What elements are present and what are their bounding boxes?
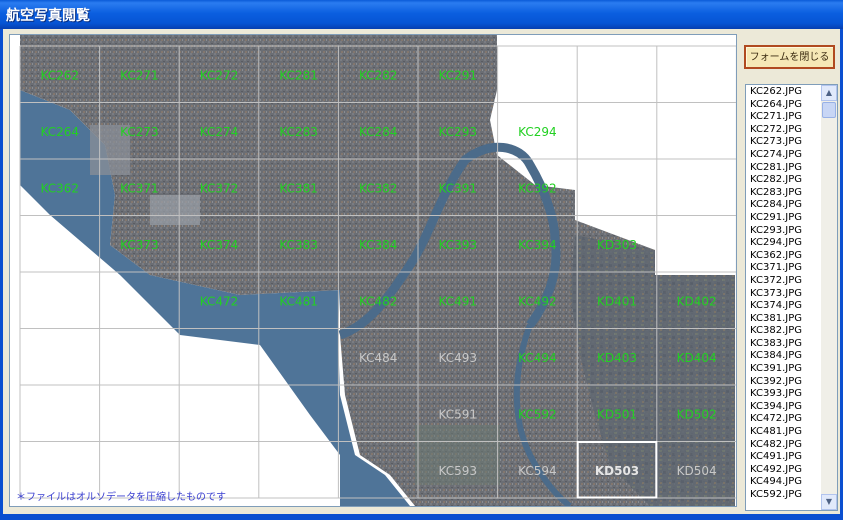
map-tile-kc371[interactable]: KC371 bbox=[120, 181, 159, 195]
file-list-item[interactable]: KC291.JPG bbox=[748, 212, 822, 225]
file-list-item[interactable]: KC294.JPG bbox=[748, 237, 822, 250]
file-list-item[interactable]: KC373.JPG bbox=[748, 288, 822, 301]
map-tile-kc271[interactable]: KC271 bbox=[120, 68, 159, 82]
file-list-item[interactable]: KC283.JPG bbox=[748, 187, 822, 200]
map-tile-kc283[interactable]: KC283 bbox=[279, 125, 318, 139]
map-tile-kc384[interactable]: KC384 bbox=[359, 238, 398, 252]
arrow-up-icon[interactable]: ▲ bbox=[821, 85, 837, 101]
map-tile-kd502[interactable]: KD502 bbox=[677, 407, 717, 421]
file-list-item[interactable]: KC374.JPG bbox=[748, 300, 822, 313]
map-tile-kc282[interactable]: KC282 bbox=[359, 68, 398, 82]
file-list-item[interactable]: KC264.JPG bbox=[748, 99, 822, 112]
close-form-button[interactable]: フォームを閉じる bbox=[744, 45, 835, 69]
map-panel: KC262 KC271 KC272 KC281 KC282 KC291 KC264 KC273… bbox=[9, 34, 737, 507]
map-tile-kc373[interactable]: KC373 bbox=[120, 238, 159, 252]
window-frame-bottom bbox=[0, 514, 843, 520]
file-list-item[interactable]: KC494.JPG bbox=[748, 476, 822, 489]
file-list-item[interactable]: KC381.JPG bbox=[748, 313, 822, 326]
map-tile-kd503[interactable]: KD503 bbox=[595, 464, 639, 478]
aerial-photo-grid: KC262 KC271 KC272 KC281 KC282 KC291 KC264 KC273… bbox=[19, 35, 736, 506]
file-list-item[interactable]: KC492.JPG bbox=[748, 464, 822, 477]
file-list-item[interactable]: KC293.JPG bbox=[748, 225, 822, 238]
file-list-item[interactable]: KC371.JPG bbox=[748, 262, 822, 275]
file-list-item[interactable]: KC391.JPG bbox=[748, 363, 822, 376]
file-list-item[interactable]: KC392.JPG bbox=[748, 376, 822, 389]
file-list-item[interactable]: KC262.JPG bbox=[748, 86, 822, 99]
file-list-item[interactable]: KC281.JPG bbox=[748, 162, 822, 175]
map-tile-kc273[interactable]: KC273 bbox=[120, 125, 159, 139]
file-list-item[interactable]: KC383.JPG bbox=[748, 338, 822, 351]
map-tile-kc262[interactable]: KC262 bbox=[41, 68, 80, 82]
map-tile-kd504[interactable]: KD504 bbox=[677, 464, 717, 478]
map-tile-kc594[interactable]: KC594 bbox=[518, 464, 557, 478]
file-list-item[interactable]: KC273.JPG bbox=[748, 136, 822, 149]
map-tile-kc382[interactable]: KC382 bbox=[359, 181, 398, 195]
map-tile-kc493[interactable]: KC493 bbox=[439, 351, 478, 365]
file-list-item[interactable]: KC282.JPG bbox=[748, 174, 822, 187]
map-tile-kc494[interactable]: KC494 bbox=[518, 351, 557, 365]
file-list-item[interactable]: KC274.JPG bbox=[748, 149, 822, 162]
map-tile-kc394[interactable]: KC394 bbox=[518, 238, 557, 252]
map-tile-kc291[interactable]: KC291 bbox=[439, 68, 478, 82]
title-bar: 航空写真閲覧 bbox=[0, 0, 843, 29]
map-tile-kc294[interactable]: KC294 bbox=[518, 125, 557, 139]
file-list-item[interactable]: KC491.JPG bbox=[748, 451, 822, 464]
file-list-item[interactable]: KC362.JPG bbox=[748, 250, 822, 263]
map-tile-kc383[interactable]: KC383 bbox=[279, 238, 318, 252]
map-tile-kc362[interactable]: KC362 bbox=[41, 181, 80, 195]
map-tile-kc592[interactable]: KC592 bbox=[518, 407, 557, 421]
scrollbar-thumb[interactable] bbox=[822, 102, 836, 118]
file-list-item[interactable]: KC382.JPG bbox=[748, 325, 822, 338]
file-list-item[interactable]: KC372.JPG bbox=[748, 275, 822, 288]
map-tile-kc284[interactable]: KC284 bbox=[359, 125, 398, 139]
map-tile-kd501[interactable]: KD501 bbox=[597, 407, 637, 421]
file-list-item[interactable]: KC393.JPG bbox=[748, 388, 822, 401]
map-tile-kc391[interactable]: KC391 bbox=[439, 181, 478, 195]
map-tile-kc372[interactable]: KC372 bbox=[200, 181, 239, 195]
window-title: 航空写真閲覧 bbox=[6, 8, 90, 24]
file-list-item[interactable]: KC472.JPG bbox=[748, 413, 822, 426]
map-tile-kc491[interactable]: KC491 bbox=[439, 294, 478, 308]
map-tile-kc374[interactable]: KC374 bbox=[200, 238, 239, 252]
map-tile-kc293[interactable]: KC293 bbox=[439, 125, 478, 139]
file-list-item[interactable]: KC384.JPG bbox=[748, 350, 822, 363]
map-tile-kd402[interactable]: KD402 bbox=[677, 294, 717, 308]
map-tile-kd404[interactable]: KD404 bbox=[677, 351, 717, 365]
map-tile-kc492[interactable]: KC492 bbox=[518, 294, 557, 308]
map-tile-kc481[interactable]: KC481 bbox=[279, 294, 318, 308]
map-tile-kc272[interactable]: KC272 bbox=[200, 68, 239, 82]
map-tile-kc274[interactable]: KC274 bbox=[200, 125, 239, 139]
file-list-item[interactable]: KC284.JPG bbox=[748, 199, 822, 212]
file-list-item[interactable]: KC272.JPG bbox=[748, 124, 822, 137]
file-list-item[interactable]: KC592.JPG bbox=[748, 489, 822, 502]
map-tile-kc482[interactable]: KC482 bbox=[359, 294, 398, 308]
file-listbox[interactable]: KC262.JPG KC264.JPG KC271.JPG KC272.JPG KC27… bbox=[745, 84, 838, 511]
port-area bbox=[150, 195, 200, 225]
map-tile-kc381[interactable]: KC381 bbox=[279, 181, 318, 195]
file-list-item[interactable]: KC271.JPG bbox=[748, 111, 822, 124]
map-tile-kd403[interactable]: KD403 bbox=[597, 351, 637, 365]
map-tile-kd303[interactable]: KD303 bbox=[597, 238, 637, 252]
arrow-down-icon[interactable]: ▼ bbox=[821, 494, 837, 510]
file-list[interactable]: KC262.JPG KC264.JPG KC271.JPG KC272.JPG KC27… bbox=[748, 86, 822, 502]
file-list-item[interactable]: KC394.JPG bbox=[748, 401, 822, 414]
map-imagery bbox=[20, 35, 735, 506]
map-tile-kc472[interactable]: KC472 bbox=[200, 294, 239, 308]
map-tile-kc593[interactable]: KC593 bbox=[439, 464, 478, 478]
file-list-item[interactable]: KC482.JPG bbox=[748, 439, 822, 452]
map-tile-kc264[interactable]: KC264 bbox=[41, 125, 80, 139]
map-tile-kc393[interactable]: KC393 bbox=[439, 238, 478, 252]
map-tile-kc591[interactable]: KC591 bbox=[439, 407, 478, 421]
file-list-item[interactable]: KC481.JPG bbox=[748, 426, 822, 439]
compression-note: ＊ファイルはオルソデータを圧縮したものです bbox=[16, 492, 226, 503]
map-tile-kc281[interactable]: KC281 bbox=[279, 68, 318, 82]
map-tile-kc392[interactable]: KC392 bbox=[518, 181, 557, 195]
map-tile-kd401[interactable]: KD401 bbox=[597, 294, 637, 308]
map-tile-kc484[interactable]: KC484 bbox=[359, 351, 398, 365]
vertical-scrollbar[interactable]: ▲ ▼ bbox=[821, 85, 837, 510]
